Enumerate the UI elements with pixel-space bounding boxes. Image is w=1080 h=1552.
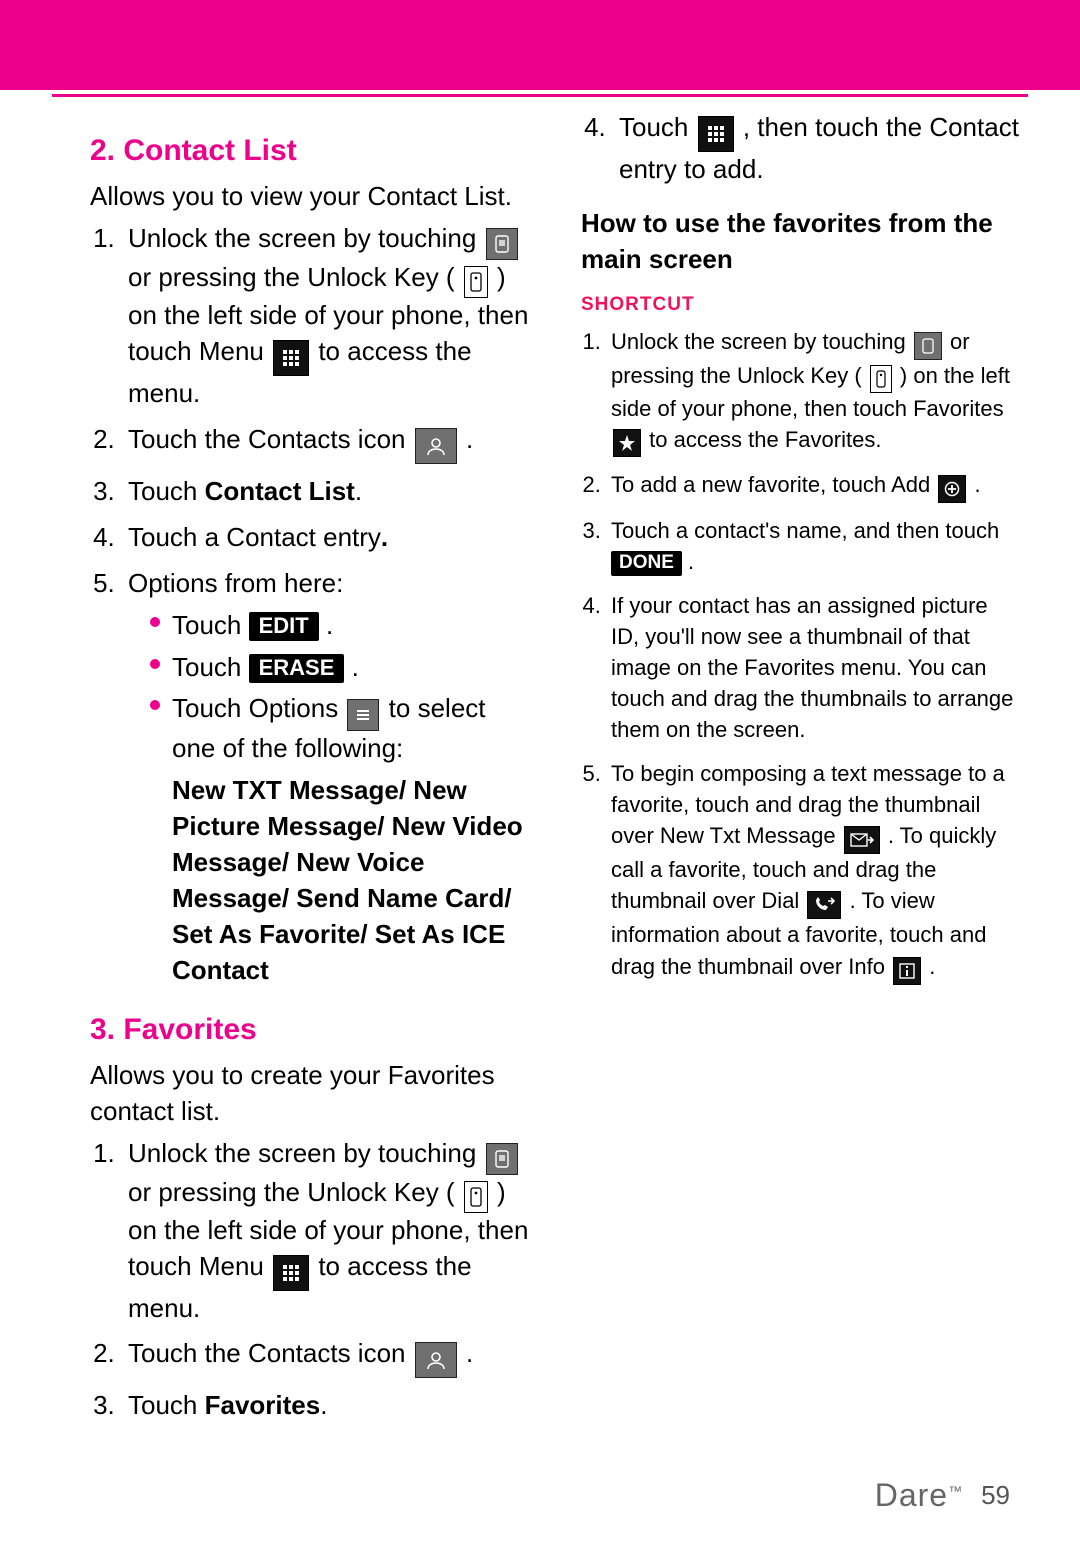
text: . [466, 1338, 473, 1368]
text: . [352, 652, 359, 682]
text: . [688, 549, 694, 574]
page-footer: Dare™ 59 [875, 1477, 1010, 1514]
text: Touch [619, 112, 696, 142]
menu-grid-icon [698, 116, 734, 152]
sc-step-2: To add a new favorite, touch Add . [607, 469, 1020, 503]
fav-step-3: Touch Favorites. [122, 1388, 529, 1424]
text: . [929, 954, 935, 979]
sc-step-4: If your contact has an assigned picture … [607, 590, 1020, 746]
cl-step-3: Touch Contact List. [122, 474, 529, 510]
contact-list-intro: Allows you to view your Contact List. [90, 179, 529, 215]
erase-button[interactable]: ERASE [249, 654, 345, 683]
opt-edit: Touch EDIT . [150, 608, 529, 644]
unlock-touch-icon [486, 1143, 518, 1175]
new-txt-message-icon [844, 826, 880, 854]
sc-step-5: To begin composing a text message to a f… [607, 758, 1020, 985]
text-bold: Favorites [205, 1390, 321, 1420]
unlock-touch-icon [486, 228, 518, 260]
opt-options: Touch Options to select one of the follo… [150, 691, 529, 988]
menu-grid-icon [273, 1255, 309, 1291]
text: . [466, 424, 473, 454]
done-button[interactable]: DONE [611, 551, 682, 576]
cl-step-4: Touch a Contact entry. [122, 520, 529, 556]
options-submenu: New TXT Message/ New Picture Message/ Ne… [172, 773, 529, 988]
text: Touch a Contact entry [128, 522, 381, 552]
brand-logo: Dare™ [875, 1477, 963, 1514]
text: . [326, 610, 333, 640]
text: Touch [172, 610, 249, 640]
heading-favorites: 3. Favorites [90, 1009, 529, 1050]
sc-step-3: Touch a contact's name, and then touch D… [607, 515, 1020, 577]
text: Touch [128, 1390, 205, 1420]
info-icon [893, 957, 921, 985]
text: To add a new favorite, touch Add [611, 472, 936, 497]
text: Unlock the screen by touching [611, 329, 912, 354]
favorites-star-icon [613, 429, 641, 457]
fav-step-1: Unlock the screen by touching or pressin… [122, 1136, 529, 1327]
text: Unlock the screen by touching [128, 223, 484, 253]
text: . [355, 476, 362, 506]
page-body: 2. Contact List Allows you to view your … [0, 100, 1080, 1480]
cl-step-1: Unlock the screen by touching or pressin… [122, 221, 529, 412]
options-list: Touch EDIT . Touch ERASE . Touch Options… [128, 608, 529, 989]
menu-grid-icon [273, 340, 309, 376]
opt-erase: Touch ERASE . [150, 650, 529, 686]
cl-step-2: Touch the Contacts icon . [122, 422, 529, 464]
text: to access the Favorites. [649, 427, 881, 452]
text: . [320, 1390, 327, 1420]
edit-button[interactable]: EDIT [249, 612, 319, 641]
text: . [381, 522, 388, 552]
text-bold: Contact List [205, 476, 355, 506]
text: Touch a contact's name, and then touch [611, 518, 999, 543]
header-band [0, 0, 1080, 90]
header-underline [52, 94, 1028, 97]
text: Touch the Contacts icon [128, 424, 413, 454]
text: Unlock the screen by touching [128, 1138, 484, 1168]
favorites-intro: Allows you to create your Favorites cont… [90, 1058, 529, 1130]
text: or pressing the Unlock Key ( [128, 1177, 462, 1207]
text: Touch [128, 476, 205, 506]
unlock-key-icon [464, 266, 488, 298]
unlock-key-icon [870, 365, 892, 393]
text: Options from here: [128, 568, 343, 598]
contacts-icon [415, 1342, 457, 1378]
text: . [974, 472, 980, 497]
cl-step-5: Options from here: Touch EDIT . Touch ER… [122, 566, 529, 989]
sc-step-1: Unlock the screen by touching or pressin… [607, 326, 1020, 457]
heading-contact-list: 2. Contact List [90, 130, 529, 171]
page-number: 59 [981, 1480, 1010, 1511]
unlock-key-icon [464, 1181, 488, 1213]
fav-step-4: Touch , then touch the Contact entry to … [613, 110, 1020, 188]
fav-step-2: Touch the Contacts icon . [122, 1336, 529, 1378]
add-plus-icon [938, 475, 966, 503]
dial-phone-icon [807, 891, 841, 919]
text: Touch the Contacts icon [128, 1338, 413, 1368]
contact-list-steps: Unlock the screen by touching or pressin… [90, 221, 529, 988]
unlock-touch-icon [914, 332, 942, 360]
options-icon [347, 699, 379, 731]
text: or pressing the Unlock Key ( [128, 262, 462, 292]
contacts-icon [415, 428, 457, 464]
text: Touch Options [172, 693, 345, 723]
shortcut-label: SHORTCUT [581, 292, 1020, 318]
text: Touch [172, 652, 249, 682]
howto-heading: How to use the favorites from the main s… [581, 206, 1020, 278]
shortcut-steps: Unlock the screen by touching or pressin… [581, 326, 1020, 985]
